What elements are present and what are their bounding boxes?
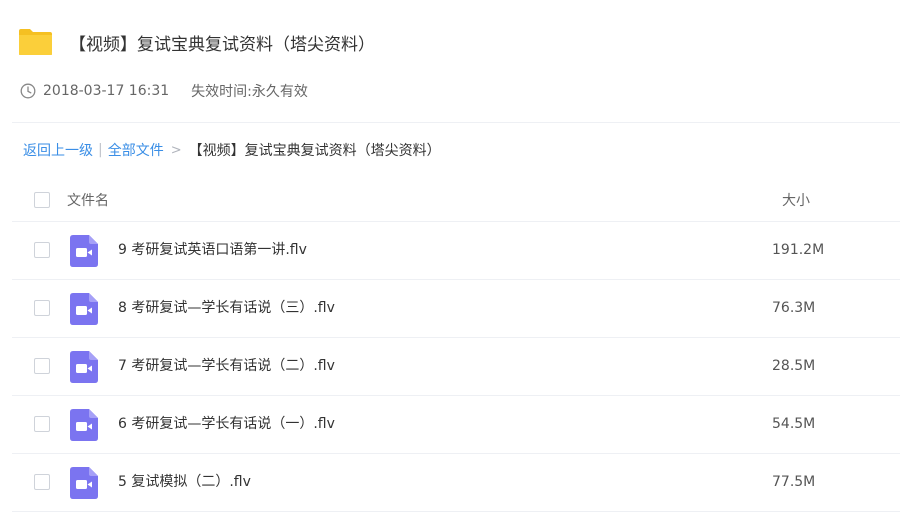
all-files-link[interactable]: 全部文件 [108,140,164,160]
divider [12,122,900,123]
file-size: 77.5M [772,474,816,490]
row-checkbox[interactable] [34,300,50,316]
file-table: 文件名 大小 9 考研复试英语口语第一讲.flv 191.2M 8 考研复试—学… [12,178,900,512]
share-page: 【视频】复试宝典复试资料（塔尖资料） 2018-03-17 16:31 失效时间… [0,0,900,523]
file-name[interactable]: 7 考研复试—学长有话说（二）.flv [118,338,335,395]
share-date: 2018-03-17 16:31 [43,83,170,99]
file-name[interactable]: 9 考研复试英语口语第一讲.flv [118,222,307,279]
row-checkbox[interactable] [34,416,50,432]
column-header-size[interactable]: 大小 [782,190,810,210]
file-name[interactable]: 8 考研复试—学长有话说（三）.flv [118,280,335,337]
share-header: 【视频】复试宝典复试资料（塔尖资料） [18,26,375,58]
table-row[interactable]: 8 考研复试—学长有话说（三）.flv 76.3M [12,280,900,338]
video-file-icon [70,467,98,499]
folder-icon [18,28,53,56]
row-checkbox[interactable] [34,242,50,258]
share-title: 【视频】复试宝典复试资料（塔尖资料） [69,34,375,55]
breadcrumb-separator: | [98,142,103,158]
table-row[interactable]: 9 考研复试英语口语第一讲.flv 191.2M [12,222,900,280]
video-file-icon [70,409,98,441]
table-row[interactable]: 5 复试模拟（二）.flv 77.5M [12,454,900,512]
back-link[interactable]: 返回上一级 [23,140,93,160]
row-checkbox[interactable] [34,358,50,374]
row-checkbox[interactable] [34,474,50,490]
file-size: 28.5M [772,358,816,374]
video-file-icon [70,235,98,267]
table-row[interactable]: 6 考研复试—学长有话说（一）.flv 54.5M [12,396,900,454]
video-file-icon [70,293,98,325]
file-size: 54.5M [772,416,816,432]
table-header: 文件名 大小 [12,178,900,222]
clock-icon [20,83,36,99]
select-all-checkbox[interactable] [34,191,50,208]
expire-label: 失效时间: [191,84,252,100]
file-size: 191.2M [772,242,825,258]
file-name[interactable]: 6 考研复试—学长有话说（一）.flv [118,396,335,453]
breadcrumb-current: 【视频】复试宝典复试资料（塔尖资料） [188,143,441,159]
column-header-name[interactable]: 文件名 [67,190,109,210]
share-meta: 2018-03-17 16:31 失效时间: 永久有效 [20,80,308,102]
breadcrumb: 返回上一级 | 全部文件 > 【视频】复试宝典复试资料（塔尖资料） [23,140,441,160]
table-row[interactable]: 7 考研复试—学长有话说（二）.flv 28.5M [12,338,900,396]
video-file-icon [70,351,98,383]
expire-value: 永久有效 [251,84,308,100]
breadcrumb-arrow-icon: > [170,142,182,158]
file-size: 76.3M [772,300,816,316]
file-name[interactable]: 5 复试模拟（二）.flv [118,454,251,511]
